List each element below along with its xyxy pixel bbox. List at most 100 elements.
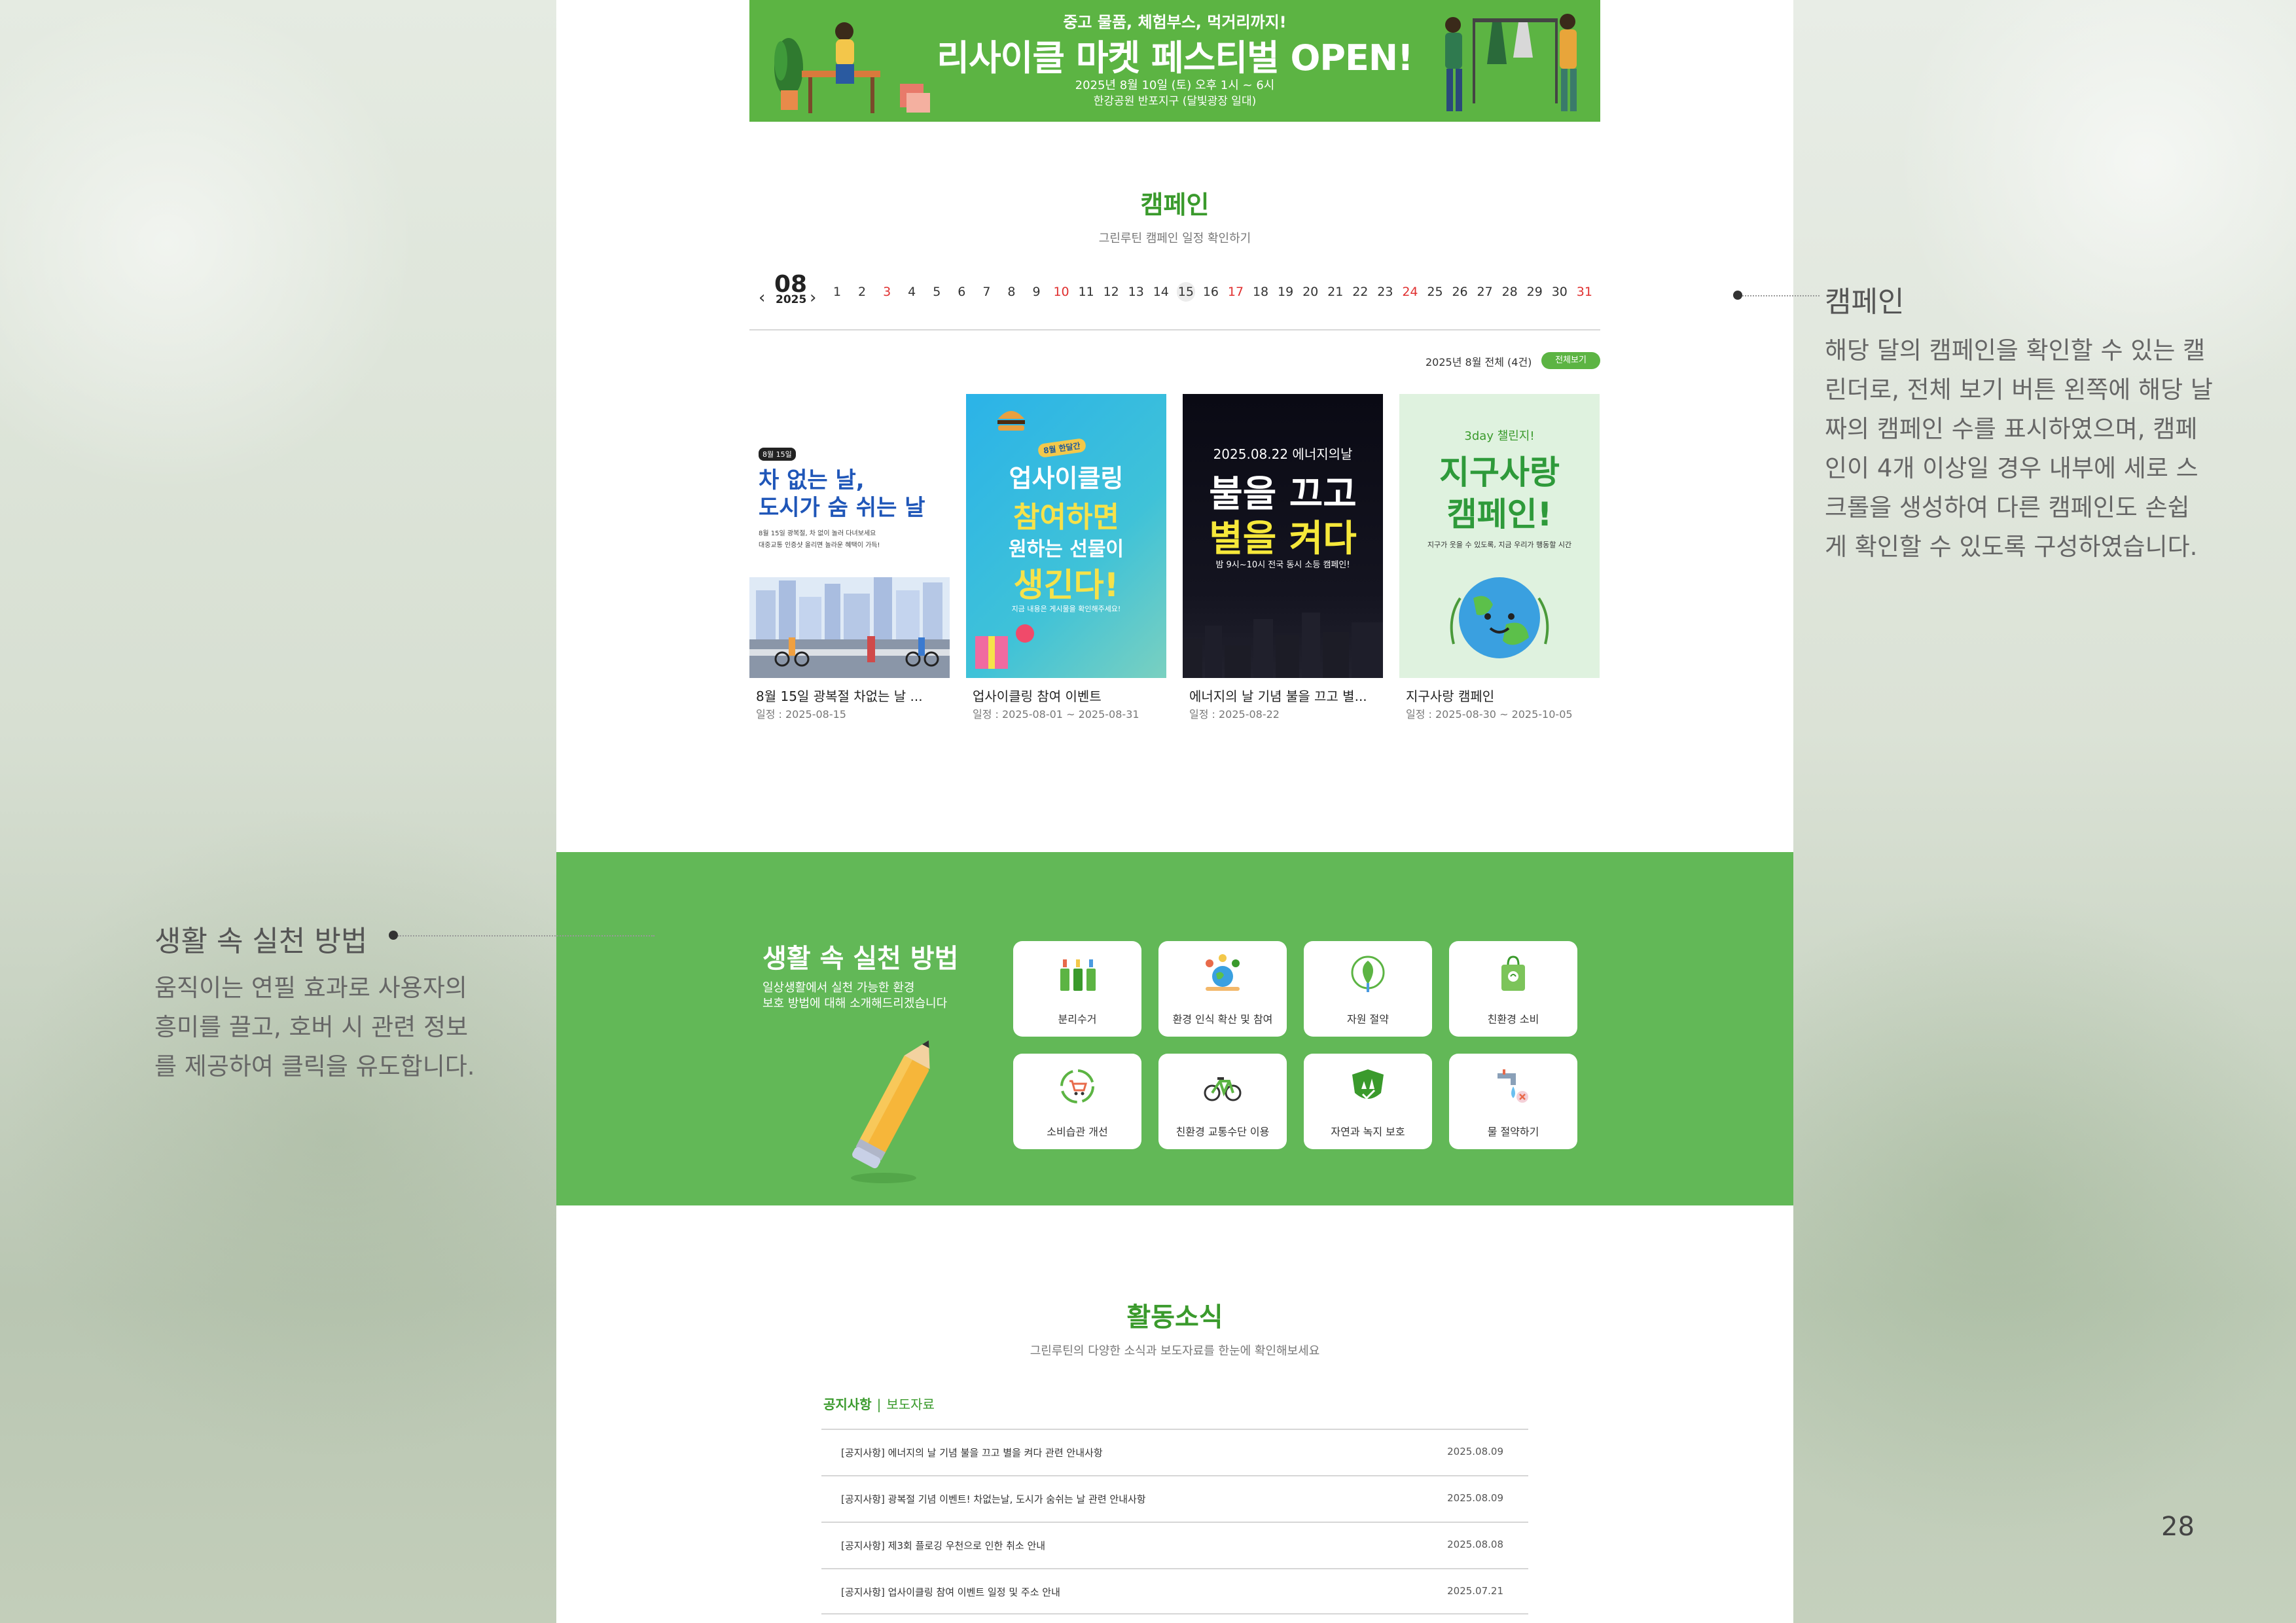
news-row[interactable]: [공지사항] 에너지의 날 기념 불을 끄고 별을 켜다 관련 안내사항 2025… xyxy=(821,1429,1528,1475)
practice-tile[interactable]: 친환경 소비 xyxy=(1449,941,1577,1037)
campaign-card-earth-love[interactable]: 3day 챌린지! 지구사랑 캠페인! 지구가 웃을 수 있도록, 지금 우리가… xyxy=(1399,394,1600,721)
campaign-card-car-free[interactable]: 8월 15일 차 없는 날, 도시가 숨 쉬는 날 8월 15일 광복절, 차 … xyxy=(749,394,950,721)
calendar-day[interactable]: 29 xyxy=(1526,282,1544,302)
annotation-line-text: 게 확인할 수 있도록 구성하였습니다. xyxy=(1825,533,2198,561)
festival-banner[interactable]: 중고 물품, 체험부스, 먹거리까지! 리사이클 마켓 페스티벌 OPEN! 2… xyxy=(749,0,1600,122)
tree-shield-icon xyxy=(1352,1069,1384,1100)
energy-day-poster: 2025.08.22 에너지의날 불을 끄고 별을 켜다 밤 9시~10시 전국… xyxy=(1183,394,1383,678)
news-row-title: [공지사항] 제3회 플로깅 우천으로 인한 취소 안내 xyxy=(841,1540,1046,1552)
news-row-date: 2025.07.21 xyxy=(1447,1585,1503,1597)
calendar-day[interactable]: 6 xyxy=(952,282,971,302)
calendar-day[interactable]: 22 xyxy=(1351,282,1369,302)
poster-top: 3day 챌린지! xyxy=(1464,429,1535,443)
calendar-day[interactable]: 16 xyxy=(1202,282,1220,302)
news-row-date: 2025.08.09 xyxy=(1447,1446,1503,1457)
calendar-day[interactable]: 9 xyxy=(1028,282,1046,302)
calendar-day[interactable]: 17 xyxy=(1227,282,1245,302)
news-row-date: 2025.08.08 xyxy=(1447,1539,1503,1550)
annotation-line-text: 크롤을 생성하여 다른 캠페인도 손쉽 xyxy=(1825,493,2190,522)
news-row[interactable]: [공지사항] 제3회 플로깅 우천으로 인한 취소 안내 2025.08.08 xyxy=(821,1522,1528,1568)
practice-tile[interactable]: 환경 인식 확산 및 참여 xyxy=(1158,941,1287,1037)
card-date: 일정 : 2025-08-22 xyxy=(1189,708,1280,721)
chevron-right-icon[interactable]: › xyxy=(810,288,816,308)
poster-small-1: 지구가 웃을 수 있도록, 지금 우리가 행동할 시간 xyxy=(1427,541,1572,549)
practice-tile[interactable]: 자연과 녹지 보호 xyxy=(1304,1054,1432,1149)
calendar-day[interactable]: 21 xyxy=(1326,282,1344,302)
poster-line-1: 지구사랑 xyxy=(1439,454,1560,491)
leaf-plug-icon xyxy=(1351,955,1385,992)
banner-date: 2025년 8월 10일 (토) 오후 1시 ~ 6시 xyxy=(1075,79,1275,92)
calendar-day[interactable]: 10 xyxy=(1052,282,1071,302)
annotation-line-text: 움직이는 연필 효과로 사용자의 xyxy=(154,974,467,1002)
calendar-year: 2025 xyxy=(776,293,807,306)
poster-line-2: 참여하면 xyxy=(1013,501,1119,534)
annotation-line xyxy=(398,935,655,936)
news-list: [공지사항] 에너지의 날 기념 불을 끄고 별을 켜다 관련 안내사항 2025… xyxy=(821,1429,1528,1614)
upcycling-poster: 8월 한달간 업사이클링 참여하면 원하는 선물이 생긴다! 지금 내용은 게시… xyxy=(966,394,1166,678)
news-row-date: 2025.08.09 xyxy=(1447,1492,1503,1504)
practice-tile[interactable]: 물 절약하기 xyxy=(1449,1054,1577,1149)
calendar-day[interactable]: 3 xyxy=(878,282,896,302)
burger-icon xyxy=(997,411,1025,431)
calendar-day[interactable]: 30 xyxy=(1551,282,1569,302)
pencil-icon[interactable] xyxy=(838,1029,942,1186)
calendar-day[interactable]: 13 xyxy=(1127,282,1145,302)
earth-icon xyxy=(1450,577,1549,658)
calendar-day[interactable]: 5 xyxy=(927,282,946,302)
calendar-day[interactable]: 18 xyxy=(1251,282,1270,302)
calendar-day[interactable]: 7 xyxy=(977,282,996,302)
chevron-left-icon[interactable]: ‹ xyxy=(759,288,765,308)
calendar-day[interactable]: 12 xyxy=(1102,282,1121,302)
tab-notice[interactable]: 공지사항 xyxy=(823,1397,872,1412)
calendar-day[interactable]: 8 xyxy=(1002,282,1020,302)
practice-tile[interactable]: 친환경 교통수단 이용 xyxy=(1158,1054,1287,1149)
background-right xyxy=(1793,0,2296,1623)
news-row[interactable]: [공지사항] 업사이클링 참여 이벤트 일정 및 주소 안내 2025.07.21 xyxy=(821,1568,1528,1614)
poster-line-1: 업사이클링 xyxy=(1009,464,1124,493)
calendar-day[interactable]: 26 xyxy=(1451,282,1469,302)
practice-annotation-title: 생활 속 실천 방법 xyxy=(154,925,368,958)
practice-tile[interactable]: 분리수거 xyxy=(1013,941,1141,1037)
news-title: 활동소식 xyxy=(1126,1302,1223,1332)
people-earth-icon xyxy=(1206,954,1240,991)
annotation-line-text: 인이 4개 이상일 경우 내부에 세로 스 xyxy=(1825,454,2198,482)
background-left xyxy=(0,0,556,1623)
practice-annotation-body: 움직이는 연필 효과로 사용자의 흥미를 끌고, 호버 시 관련 정보 를 제공하여… xyxy=(154,969,475,1086)
news-row-title: [공지사항] 에너지의 날 기념 불을 끄고 별을 켜다 관련 안내사항 xyxy=(841,1447,1103,1459)
calendar-day[interactable]: 19 xyxy=(1276,282,1295,302)
practice-tile-label: 자연과 녹지 보호 xyxy=(1331,1126,1405,1138)
calendar-day[interactable]: 24 xyxy=(1401,282,1419,302)
annotation-dot xyxy=(1733,291,1742,300)
calendar-day[interactable]: 31 xyxy=(1575,282,1594,302)
website-page: 중고 물품, 체험부스, 먹거리까지! 리사이클 마켓 페스티벌 OPEN! 2… xyxy=(556,0,1793,1623)
calendar-day[interactable]: 11 xyxy=(1077,282,1096,302)
calendar-day[interactable]: 15 xyxy=(1176,282,1195,302)
calendar-day[interactable]: 1 xyxy=(828,282,846,302)
cart-cycle-icon xyxy=(1060,1069,1094,1103)
annotation-line xyxy=(1742,295,1820,296)
practice-tile-label: 자원 절약 xyxy=(1347,1013,1389,1026)
practice-tile[interactable]: 소비습관 개선 xyxy=(1013,1054,1141,1149)
card-date: 일정 : 2025-08-01 ~ 2025-08-31 xyxy=(973,708,1139,721)
calendar-day[interactable]: 20 xyxy=(1301,282,1319,302)
poster-line-3: 원하는 선물이 xyxy=(1008,538,1124,561)
poster-top: 2025.08.22 에너지의날 xyxy=(1213,446,1353,462)
calendar-day[interactable]: 14 xyxy=(1152,282,1170,302)
poster-line-2: 별을 켜다 xyxy=(1209,518,1357,560)
tab-press[interactable]: 보도자료 xyxy=(886,1397,935,1412)
news-row[interactable]: [공지사항] 광복절 기념 이벤트! 차없는날, 도시가 숨쉬는 날 관련 안내… xyxy=(821,1475,1528,1522)
calendar-day[interactable]: 23 xyxy=(1376,282,1394,302)
campaign-card-upcycling[interactable]: 8월 한달간 업사이클링 참여하면 원하는 선물이 생긴다! 지금 내용은 게시… xyxy=(966,394,1166,721)
calendar-day[interactable]: 2 xyxy=(853,282,871,302)
calendar-day[interactable]: 4 xyxy=(903,282,921,302)
banner-title: 리사이클 마켓 페스티벌 OPEN! xyxy=(937,37,1413,79)
calendar-day[interactable]: 28 xyxy=(1501,282,1519,302)
poster-small-2: 대중교통 인증샷 올리면 놀라운 혜택이 가득! xyxy=(759,542,880,549)
poster-small-1: 밤 9시~10시 전국 동시 소등 캠페인! xyxy=(1215,560,1350,570)
calendar-day[interactable]: 27 xyxy=(1476,282,1494,302)
calendar-day[interactable]: 25 xyxy=(1426,282,1444,302)
view-all-button[interactable]: 전체보기 xyxy=(1541,352,1600,369)
page-number: 28 xyxy=(2161,1512,2195,1542)
campaign-card-energy-day[interactable]: 2025.08.22 에너지의날 불을 끄고 별을 켜다 밤 9시~10시 전국… xyxy=(1183,394,1383,721)
practice-tile[interactable]: 자원 절약 xyxy=(1304,941,1432,1037)
